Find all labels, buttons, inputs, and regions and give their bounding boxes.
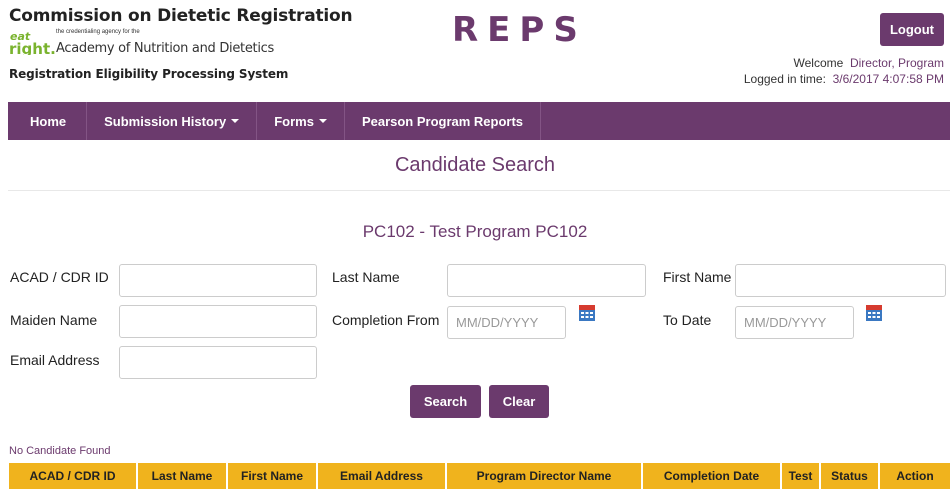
- maiden-name-label: Maiden Name: [10, 312, 98, 328]
- nav-home[interactable]: Home: [8, 102, 88, 140]
- acad-cdr-id-input[interactable]: [119, 264, 317, 297]
- last-name-label: Last Name: [332, 269, 400, 285]
- eatright-logo-icon: eat right.: [9, 30, 56, 55]
- logout-button[interactable]: Logout: [880, 13, 944, 46]
- calendar-icon[interactable]: [865, 304, 883, 322]
- logged-in-label: Logged in time:: [743, 72, 826, 86]
- main-nav: Home Submission History Forms Pearson Pr…: [8, 102, 950, 140]
- reps-logo: REPS: [452, 10, 587, 50]
- email-label: Email Address: [10, 352, 100, 368]
- column-header[interactable]: Program Director Name: [447, 463, 643, 489]
- column-header[interactable]: First Name: [228, 463, 318, 489]
- org-title: Commission on Dietetic Registration: [9, 6, 353, 26]
- page-title: Candidate Search: [394, 154, 556, 176]
- svg-text:right.: right.: [9, 40, 56, 55]
- tagline: the credentialing agency for the: [56, 29, 140, 35]
- column-header[interactable]: ACAD / CDR ID: [9, 463, 138, 489]
- welcome-text: Welcome Director, Program: [794, 56, 945, 70]
- column-header[interactable]: Completion Date: [643, 463, 782, 489]
- nav-pearson-reports-label: Pearson Program Reports: [361, 113, 524, 129]
- completion-from-label: Completion From: [332, 312, 440, 328]
- logged-in-time: 3/6/2017 4:07:58 PM: [832, 72, 944, 86]
- maiden-name-input[interactable]: [119, 305, 317, 338]
- search-button[interactable]: Search: [410, 385, 481, 418]
- email-input[interactable]: [119, 346, 317, 379]
- result-message: No Candidate Found: [9, 445, 111, 457]
- acad-cdr-id-label: ACAD / CDR ID: [10, 269, 109, 285]
- to-date-input[interactable]: [735, 306, 854, 339]
- nav-forms[interactable]: Forms: [257, 102, 345, 140]
- first-name-label: First Name: [663, 269, 732, 285]
- last-name-input[interactable]: [447, 264, 646, 297]
- program-title: PC102 - Test Program PC102: [362, 222, 588, 241]
- caret-down-icon: [318, 119, 327, 123]
- nav-forms-label: Forms: [274, 113, 314, 129]
- first-name-input[interactable]: [735, 264, 946, 297]
- caret-down-icon: [231, 119, 240, 123]
- nav-submission-history[interactable]: Submission History: [87, 102, 258, 140]
- column-header[interactable]: Last Name: [138, 463, 228, 489]
- column-header[interactable]: Status: [821, 463, 880, 489]
- clear-button[interactable]: Clear: [489, 385, 549, 418]
- nav-home-label: Home: [30, 113, 67, 129]
- system-name: Registration Eligibility Processing Syst…: [9, 67, 289, 81]
- welcome-prefix: Welcome: [793, 56, 844, 70]
- calendar-icon[interactable]: [578, 304, 596, 322]
- logged-in-text: Logged in time: 3/6/2017 4:07:58 PM: [744, 72, 944, 86]
- nav-pearson-reports[interactable]: Pearson Program Reports: [345, 102, 542, 140]
- nav-submission-history-label: Submission History: [104, 113, 227, 129]
- to-date-label: To Date: [663, 312, 712, 328]
- academy-name: Academy of Nutrition and Dietetics: [56, 41, 274, 56]
- user-name: Director, Program: [849, 56, 944, 70]
- divider: [8, 190, 950, 191]
- completion-from-input[interactable]: [447, 306, 566, 339]
- column-header[interactable]: Test: [782, 463, 821, 489]
- column-header[interactable]: Email Address: [318, 463, 447, 489]
- results-table-header: ACAD / CDR ID Last Name First Name Email…: [9, 463, 950, 489]
- column-header[interactable]: Action: [880, 463, 950, 489]
